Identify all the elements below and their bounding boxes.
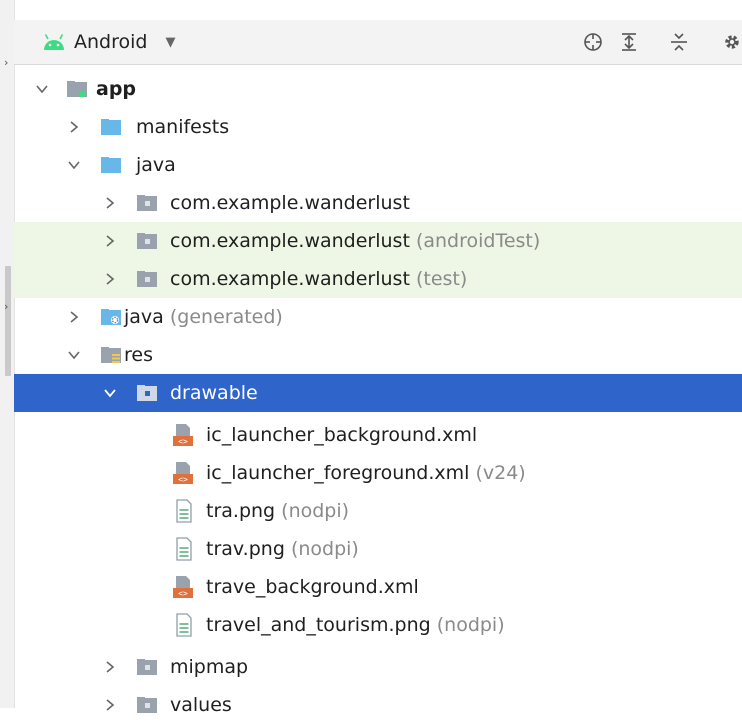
folder-icon — [137, 659, 157, 675]
xml-file-icon: <> — [173, 576, 193, 598]
svg-text:<>: <> — [178, 589, 188, 598]
tree-label: app — [96, 78, 137, 100]
tree-label: java — [136, 154, 176, 176]
tree-suffix: (nodpi) — [436, 614, 505, 636]
folder-icon — [101, 157, 121, 173]
tree-suffix: (nodpi) — [290, 538, 359, 560]
tree-row-java[interactable]: java — [14, 146, 742, 184]
tree-row-values[interactable]: values — [14, 686, 742, 724]
tree-suffix: (v24) — [475, 462, 526, 484]
tree-label: res — [124, 344, 153, 366]
gear-icon[interactable] — [718, 29, 742, 55]
view-label: Android — [74, 31, 148, 53]
res-folder-icon — [101, 347, 121, 363]
svg-text:<>: <> — [178, 437, 188, 446]
tree-row-file[interactable]: tra.png (nodpi) — [14, 492, 742, 530]
tree-row-res[interactable]: res — [14, 336, 742, 374]
chevron-down-icon[interactable] — [66, 347, 82, 363]
tree-row-file[interactable]: travel_and_tourism.png (nodpi) — [14, 606, 742, 644]
tree-label: ic_launcher_foreground.xml (v24) — [206, 462, 526, 484]
top-gap — [14, 0, 742, 20]
folder-icon — [101, 119, 121, 135]
expand-all-icon[interactable] — [616, 29, 642, 55]
chevron-right-icon[interactable] — [102, 271, 118, 287]
image-file-icon — [176, 499, 192, 523]
xml-file-icon: <> — [173, 462, 193, 484]
tree-label: tra.png (nodpi) — [206, 500, 350, 522]
tree-label: java (generated) — [124, 306, 283, 328]
view-selector[interactable]: Android ▼ — [42, 30, 175, 54]
chevron-down-icon[interactable] — [34, 81, 50, 97]
tree-row-package[interactable]: com.example.wanderlust — [14, 184, 742, 222]
tree-suffix: (androidTest) — [415, 230, 541, 252]
chevron-down-icon[interactable] — [66, 157, 82, 173]
chevron-right-icon[interactable] — [66, 119, 82, 135]
tree-row-mipmap[interactable]: mipmap — [14, 648, 742, 686]
tree-label: manifests — [136, 116, 230, 138]
project-toolbar: Android ▼ — [14, 20, 742, 65]
tree-label: com.example.wanderlust (androidTest) — [170, 230, 541, 252]
chevron-down-icon: ▼ — [165, 34, 176, 50]
package-icon — [137, 233, 157, 249]
tree-label: com.example.wanderlust (test) — [170, 268, 468, 290]
tree-row-file[interactable]: trav.png (nodpi) — [14, 530, 742, 568]
left-edge-mark: › — [4, 56, 9, 69]
tree-label: drawable — [170, 382, 258, 404]
folder-icon — [137, 697, 157, 713]
tree-label: trave_background.xml — [206, 576, 419, 598]
tree-row-drawable[interactable]: drawable — [14, 374, 742, 412]
tree-label: mipmap — [170, 656, 249, 678]
tree-label: values — [170, 694, 232, 716]
left-edge-mark: › — [4, 300, 9, 313]
tree-suffix: (test) — [415, 268, 468, 290]
chevron-right-icon[interactable] — [102, 195, 118, 211]
package-icon — [137, 271, 157, 287]
tree-suffix: (nodpi) — [281, 500, 350, 522]
tree-label: com.example.wanderlust — [170, 192, 410, 214]
chevron-right-icon[interactable] — [66, 309, 82, 325]
tree-row-java-generated[interactable]: java (generated) — [14, 298, 742, 336]
tree-suffix: (generated) — [169, 306, 283, 328]
target-icon[interactable] — [580, 29, 606, 55]
image-file-icon — [176, 613, 192, 637]
module-icon — [67, 81, 87, 98]
svg-text:<>: <> — [178, 475, 188, 484]
collapse-all-icon[interactable] — [666, 29, 692, 55]
image-file-icon — [176, 537, 192, 561]
tree-row-file[interactable]: <> ic_launcher_foreground.xml (v24) — [14, 454, 742, 492]
tree-label: ic_launcher_background.xml — [206, 424, 478, 446]
tree-row-manifests[interactable]: manifests — [14, 108, 742, 146]
chevron-right-icon[interactable] — [102, 697, 118, 713]
android-icon — [44, 34, 64, 50]
tree-label: travel_and_tourism.png (nodpi) — [206, 614, 505, 636]
generated-folder-icon — [101, 309, 121, 325]
folder-icon — [137, 385, 157, 401]
tree-row-file[interactable]: <> ic_launcher_background.xml — [14, 416, 742, 454]
xml-file-icon: <> — [173, 424, 193, 446]
tree-label: trav.png (nodpi) — [206, 538, 359, 560]
chevron-right-icon[interactable] — [102, 233, 118, 249]
left-scrollbar[interactable] — [5, 266, 11, 376]
chevron-right-icon[interactable] — [102, 659, 118, 675]
tree-row-app[interactable]: app — [14, 70, 742, 108]
tree-row-package-android-test[interactable]: com.example.wanderlust (androidTest) — [14, 222, 742, 260]
tree-row-package-test[interactable]: com.example.wanderlust (test) — [14, 260, 742, 298]
tree-row-file[interactable]: <> trave_background.xml — [14, 568, 742, 606]
package-icon — [137, 195, 157, 211]
chevron-down-icon[interactable] — [102, 385, 118, 401]
